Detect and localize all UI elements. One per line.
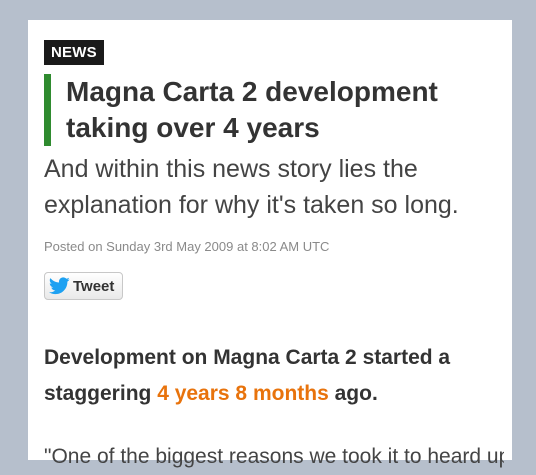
news-badge[interactable]: NEWS xyxy=(44,40,104,65)
development-statement: Development on Magna Carta 2 started a s… xyxy=(44,340,504,412)
title-block: Magna Carta 2 development taking over 4 … xyxy=(44,74,526,146)
article-card: NEWS Magna Carta 2 development taking ov… xyxy=(28,20,512,468)
article-subtitle: And within this news story lies the expl… xyxy=(44,155,459,219)
tweet-button[interactable]: Tweet xyxy=(44,272,124,300)
article-title: Magna Carta 2 development taking over 4 … xyxy=(66,76,438,143)
tweet-label: Tweet xyxy=(73,277,115,295)
article-quote: "One of the biggest reasons we took it t… xyxy=(44,445,504,468)
development-text-after: ago. xyxy=(328,382,378,405)
posted-date: Posted on Sunday 3rd May 2009 at 8:02 AM… xyxy=(44,239,330,254)
twitter-bird-icon xyxy=(49,277,70,295)
development-duration: 4 years 8 months xyxy=(157,382,329,405)
